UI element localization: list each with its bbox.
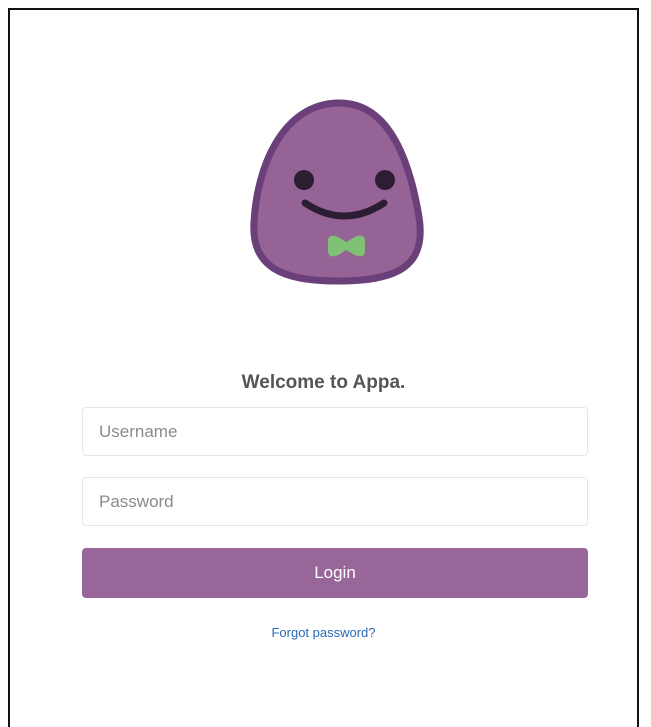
- password-input[interactable]: [82, 477, 588, 526]
- mascot-right-eye: [375, 170, 395, 190]
- username-input[interactable]: [82, 407, 588, 456]
- appa-mascot-icon: [250, 99, 424, 285]
- mascot-left-eye: [294, 170, 314, 190]
- login-button[interactable]: Login: [82, 548, 588, 598]
- login-panel: Welcome to Appa. Login Forgot password?: [8, 8, 639, 727]
- forgot-password-link[interactable]: Forgot password?: [10, 625, 637, 640]
- welcome-heading: Welcome to Appa.: [241, 372, 406, 393]
